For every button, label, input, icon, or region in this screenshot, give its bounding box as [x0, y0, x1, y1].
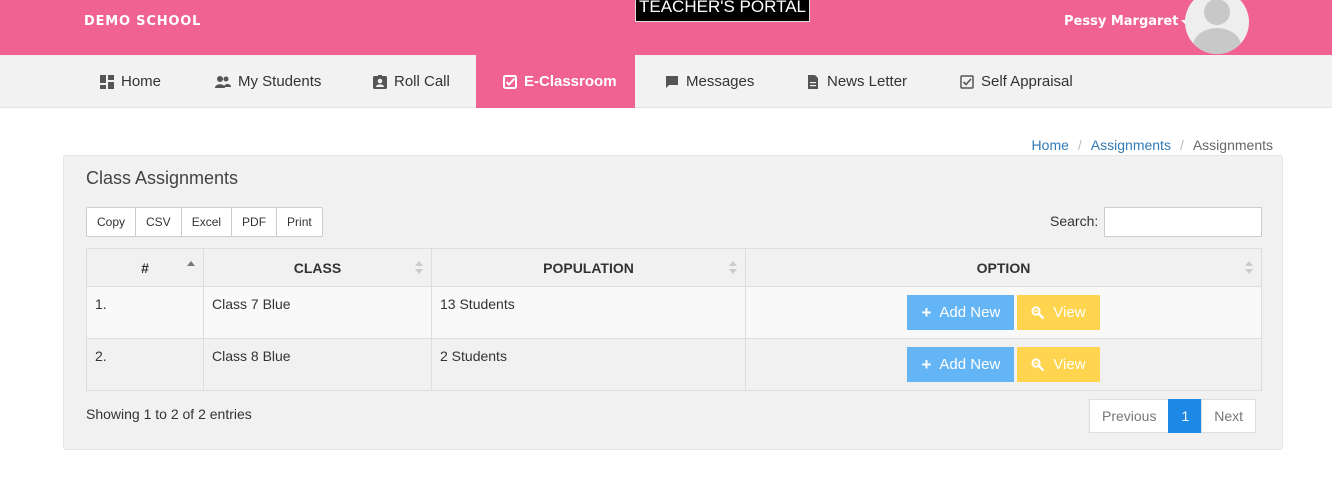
user-name: Pessy Margaret [1064, 14, 1179, 29]
breadcrumb-assignments[interactable]: Assignments [1091, 137, 1171, 153]
nav-item-my-students[interactable]: My Students [215, 55, 321, 108]
sort-icon [1245, 261, 1253, 274]
row-options: + Add New View [745, 338, 1262, 391]
column-header-class[interactable]: CLASS [203, 248, 432, 287]
nav-label: My Students [238, 73, 322, 90]
csv-button[interactable]: CSV [135, 207, 182, 237]
user-menu[interactable]: Pessy Margaret [1064, 14, 1190, 29]
row-population: 13 Students [431, 286, 746, 339]
contact-badge-icon [373, 74, 387, 89]
view-button[interactable]: View [1017, 347, 1100, 382]
panel-title: Class Assignments [86, 168, 239, 188]
nav-item-messages[interactable]: Messages [665, 55, 754, 108]
search-input[interactable] [1104, 207, 1262, 237]
nav-item-self-appraisal[interactable]: Self Appraisal [960, 55, 1073, 108]
view-button[interactable]: View [1017, 295, 1100, 330]
check-box-outline-icon [960, 74, 974, 89]
table-info: Showing 1 to 2 of 2 entries [86, 406, 252, 422]
breadcrumb-separator: / [1179, 137, 1184, 153]
chat-bubble-icon [666, 75, 678, 88]
copy-button[interactable]: Copy [86, 207, 137, 237]
nav-label: News Letter [827, 73, 908, 90]
export-button-group: Copy CSV Excel PDF Print [86, 207, 323, 237]
sort-icon [415, 261, 423, 274]
breadcrumb: Home / Assignments / Assignments [1032, 137, 1273, 153]
column-header-population[interactable]: POPULATION [431, 248, 746, 287]
add-new-button[interactable]: + Add New [907, 347, 1015, 382]
row-class: Class 8 Blue [203, 338, 432, 391]
sort-icon [729, 261, 737, 274]
main-nav: Home My Students Roll Call E-Classroom M… [0, 55, 1332, 108]
dashboard-icon [100, 74, 114, 89]
row-population: 2 Students [431, 338, 746, 391]
assignments-table: # CLASS POPULATION OPTION 1. Class 7 Blu… [86, 248, 1262, 391]
avatar[interactable] [1185, 0, 1249, 54]
row-options: + Add New View [745, 286, 1262, 339]
nav-label: Messages [686, 73, 755, 90]
avatar-head-shape [1204, 0, 1230, 25]
add-new-button[interactable]: + Add New [907, 295, 1015, 330]
table-row: 1. Class 7 Blue 13 Students + Add New View [86, 286, 1262, 339]
print-button[interactable]: Print [276, 207, 323, 237]
nav-label: Roll Call [394, 73, 450, 90]
top-header: DEMO SCHOOL TEACHER'S PORTAL Pessy Marga… [0, 0, 1332, 55]
pdf-button[interactable]: PDF [231, 207, 278, 237]
row-class: Class 7 Blue [203, 286, 432, 339]
nav-item-news-letter[interactable]: News Letter [806, 55, 907, 108]
row-number: 1. [86, 286, 204, 339]
nav-item-home[interactable]: Home [100, 55, 161, 108]
next-page-button[interactable]: Next [1201, 399, 1257, 433]
nav-item-roll-call[interactable]: Roll Call [373, 55, 450, 108]
zoom-search-icon [1031, 305, 1045, 319]
breadcrumb-separator: / [1077, 137, 1082, 153]
plus-icon: + [921, 302, 932, 322]
nav-label: Self Appraisal [981, 73, 1073, 90]
check-box-icon [503, 74, 517, 89]
nav-label: E-Classroom [524, 73, 617, 90]
breadcrumb-current: Assignments [1192, 137, 1273, 153]
school-brand[interactable]: DEMO SCHOOL [84, 14, 201, 29]
nav-label: Home [121, 73, 162, 90]
sort-ascending-icon [187, 261, 195, 274]
document-icon [808, 74, 818, 89]
column-header-number[interactable]: # [86, 248, 204, 287]
excel-button[interactable]: Excel [180, 207, 233, 237]
zoom-search-icon [1031, 357, 1045, 371]
portal-title: TEACHER'S PORTAL [635, 0, 810, 22]
table-row: 2. Class 8 Blue 2 Students + Add New View [86, 338, 1262, 391]
breadcrumb-home[interactable]: Home [1032, 137, 1069, 153]
class-assignments-panel: Class Assignments Copy CSV Excel PDF Pri… [63, 155, 1283, 450]
nav-item-e-classroom[interactable]: E-Classroom [476, 55, 635, 108]
previous-page-button[interactable]: Previous [1089, 399, 1170, 433]
plus-icon: + [921, 354, 932, 374]
avatar-body-shape [1193, 28, 1241, 54]
page-1-button[interactable]: 1 [1168, 399, 1203, 433]
row-number: 2. [86, 338, 204, 391]
pagination: Previous 1 Next [1089, 399, 1257, 433]
column-header-option[interactable]: OPTION [745, 248, 1262, 287]
people-icon [215, 75, 231, 88]
search-label: Search: [1050, 213, 1099, 229]
